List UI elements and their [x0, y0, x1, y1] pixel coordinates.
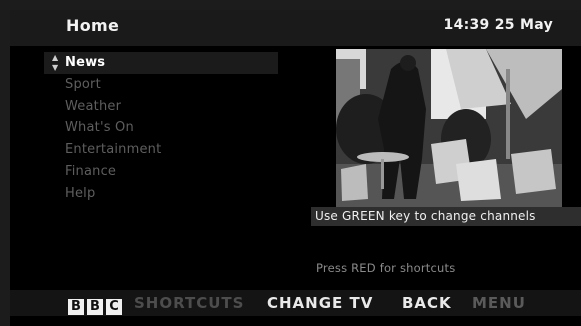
bbc-logo-letter: B — [87, 299, 103, 315]
menu-item-entertainment[interactable]: Entertainment — [44, 139, 278, 161]
header-bar: Home 14:39 25 May — [10, 10, 581, 46]
menu-button[interactable]: MENU — [472, 294, 526, 312]
video-frame-image — [336, 49, 562, 207]
bbc-logo-letter: C — [106, 299, 122, 315]
menu-item-label: Finance — [65, 163, 117, 179]
menu-item-whats-on[interactable]: What's On — [44, 117, 278, 139]
back-button[interactable]: BACK — [402, 294, 452, 312]
video-preview[interactable] — [336, 49, 562, 207]
menu-item-sport[interactable]: Sport — [44, 74, 278, 96]
menu-item-label: Weather — [65, 98, 122, 114]
menu-item-label: Sport — [65, 76, 101, 92]
menu-item-news[interactable]: ▲ ▼ News — [44, 52, 278, 74]
page-title: Home — [66, 16, 120, 35]
footer-bar: BBC SHORTCUTS CHANGE TV BACK MENU — [10, 290, 581, 316]
menu-item-help[interactable]: Help — [44, 183, 278, 205]
green-key-hint: Use GREEN key to change channels — [311, 207, 581, 226]
up-down-arrows-icon: ▲ ▼ — [52, 53, 59, 72]
menu-item-label: Entertainment — [65, 142, 162, 158]
main-menu: ▲ ▼ News Sport Weather What's On Entertai… — [44, 52, 278, 205]
clock: 14:39 25 May — [443, 17, 553, 33]
red-key-hint: Press RED for shortcuts — [316, 261, 456, 275]
bbc-logo: BBC — [68, 295, 125, 315]
menu-item-label: What's On — [65, 120, 134, 136]
shortcuts-button[interactable]: SHORTCUTS — [134, 294, 244, 312]
change-tv-button[interactable]: CHANGE TV — [267, 294, 373, 312]
menu-item-label: Help — [65, 185, 96, 201]
menu-item-label: News — [65, 55, 106, 70]
menu-item-finance[interactable]: Finance — [44, 161, 278, 183]
bbc-logo-letter: B — [68, 299, 84, 315]
menu-item-weather[interactable]: Weather — [44, 96, 278, 118]
